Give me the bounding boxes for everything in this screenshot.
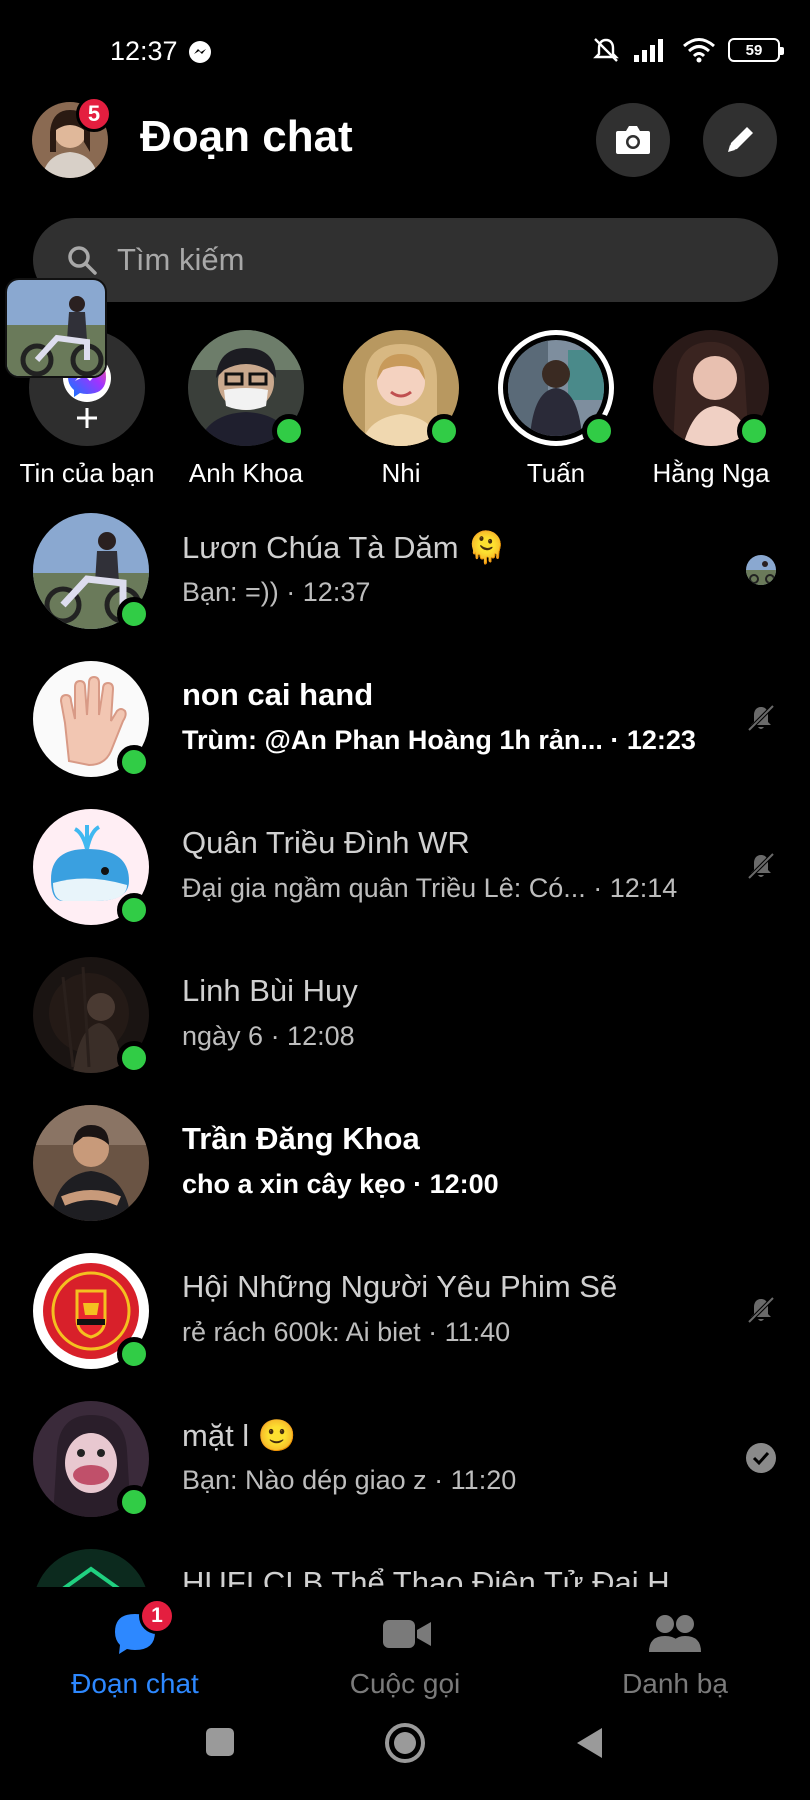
online-indicator bbox=[582, 414, 616, 448]
people-icon bbox=[649, 1615, 701, 1652]
online-indicator bbox=[272, 414, 306, 448]
chat-row[interactable]: HUFI CLB Thể Thao Điện Tử Đại H bbox=[0, 1541, 810, 1587]
story-nhi[interactable]: Nhi bbox=[326, 328, 476, 489]
bottom-nav: 1 Đoạn chat Cuộc gọi Danh bạ bbox=[0, 1590, 810, 1700]
tab-calls[interactable]: Cuộc gọi bbox=[270, 1590, 540, 1700]
chat-preview: Đại gia ngầm quân Triều Lê: Có... · 12:1… bbox=[182, 873, 678, 903]
chat-name: Trần Đăng Khoa bbox=[182, 1121, 420, 1156]
square-icon bbox=[206, 1728, 234, 1756]
recent-apps-button[interactable] bbox=[204, 1726, 236, 1763]
chat-row[interactable]: mặt l 🙂 Bạn: Nào dép giao z · 11:20 bbox=[0, 1393, 810, 1541]
profile-notification-badge: 5 bbox=[76, 96, 112, 132]
chat-row[interactable]: Quân Triều Đình WR Đại gia ngầm quân Tri… bbox=[0, 801, 810, 949]
video-camera-icon bbox=[383, 1620, 431, 1648]
page-title: Đoạn chat bbox=[140, 112, 353, 161]
search-bar[interactable]: Tìm kiếm bbox=[33, 218, 778, 302]
status-bar: 12:37 59 bbox=[0, 0, 810, 100]
seen-avatar-icon bbox=[744, 553, 778, 587]
online-indicator bbox=[117, 597, 151, 631]
online-indicator bbox=[427, 414, 461, 448]
pencil-icon bbox=[728, 127, 753, 152]
muted-bell-icon bbox=[744, 701, 778, 735]
online-indicator bbox=[117, 893, 151, 927]
system-navigation-bar bbox=[0, 1700, 810, 1800]
header: 5 Đoạn chat bbox=[0, 96, 810, 210]
camera-button[interactable] bbox=[596, 103, 670, 177]
own-story-thumbnail[interactable] bbox=[5, 278, 107, 378]
chat-row[interactable]: Hội Những Người Yêu Phim Sẽ rẻ rách 600k… bbox=[0, 1245, 810, 1393]
story-tuan[interactable]: Tuấn bbox=[481, 328, 631, 489]
muted-bell-icon bbox=[744, 1293, 778, 1327]
tab-chats-label: Đoạn chat bbox=[71, 1668, 199, 1699]
chat-preview: rẻ rách 600k: Ai biet · 11:40 bbox=[182, 1317, 511, 1347]
chat-list: Lươn Chúa Tà Dăm 🫠 Bạn: =)) · 12:37 non … bbox=[0, 505, 810, 1587]
home-button[interactable] bbox=[384, 1722, 426, 1769]
wifi-icon bbox=[683, 38, 715, 63]
story-label: Tuấn bbox=[526, 458, 586, 488]
online-indicator bbox=[117, 745, 151, 779]
camera-icon bbox=[616, 126, 650, 154]
chat-name: Linh Bùi Huy bbox=[182, 973, 358, 1008]
online-indicator bbox=[117, 1041, 151, 1075]
chat-row[interactable]: non cai hand Trùm: @An Phan Hoàng 1h rản… bbox=[0, 653, 810, 801]
story-label: Tin của bạn bbox=[19, 458, 155, 488]
chat-preview: ngày 6 · 12:08 bbox=[182, 1021, 355, 1051]
chat-name: Hội Những Người Yêu Phim Sẽ bbox=[182, 1269, 618, 1304]
chat-row[interactable]: Linh Bùi Huy ngày 6 · 12:08 bbox=[0, 949, 810, 1097]
story-label: Anh Khoa bbox=[188, 458, 304, 488]
story-hang-nga[interactable]: Hằng Nga bbox=[636, 328, 786, 489]
status-time: 12:37 bbox=[110, 36, 178, 66]
chat-row[interactable]: Lươn Chúa Tà Dăm 🫠 Bạn: =)) · 12:37 bbox=[0, 505, 810, 653]
mute-status-icon bbox=[593, 38, 619, 62]
story-anh-khoa[interactable]: Anh Khoa bbox=[171, 328, 321, 489]
search-placeholder: Tìm kiếm bbox=[117, 242, 245, 277]
chat-preview: Bạn: =)) · 12:37 bbox=[182, 577, 371, 607]
battery-level: 59 bbox=[745, 41, 763, 59]
tab-calls-label: Cuộc gọi bbox=[349, 1668, 461, 1699]
chat-name: non cai hand bbox=[182, 677, 374, 712]
online-indicator bbox=[117, 1485, 151, 1519]
tab-chats[interactable]: 1 Đoạn chat bbox=[0, 1590, 270, 1700]
compose-button[interactable] bbox=[703, 103, 777, 177]
chat-name: Lươn Chúa Tà Dăm 🫠 bbox=[182, 530, 506, 565]
chat-row[interactable]: Trần Đăng Khoa cho a xin cây kẹo · 12:00 bbox=[0, 1097, 810, 1245]
chat-name: mặt l 🙂 bbox=[182, 1418, 297, 1453]
chat-name: Quân Triều Đình WR bbox=[182, 825, 470, 860]
back-triangle-icon bbox=[577, 1728, 602, 1758]
tab-people-label: Danh bạ bbox=[622, 1668, 728, 1699]
chats-unread-badge: 1 bbox=[139, 1598, 175, 1634]
chat-preview: Bạn: Nào dép giao z · 11:20 bbox=[182, 1465, 517, 1495]
online-indicator bbox=[117, 1337, 151, 1371]
online-indicator bbox=[737, 414, 771, 448]
back-button[interactable] bbox=[574, 1726, 606, 1765]
muted-bell-icon bbox=[744, 849, 778, 883]
story-label: Nhi bbox=[381, 458, 421, 488]
chat-name: HUFI CLB Thể Thao Điện Tử Đại H bbox=[182, 1565, 670, 1587]
signal-icon bbox=[634, 39, 663, 62]
chat-preview: Trùm: @An Phan Hoàng 1h rản... · 12:23 bbox=[182, 725, 696, 755]
story-label: Hằng Nga bbox=[652, 458, 770, 488]
tab-people[interactable]: Danh bạ bbox=[540, 1590, 810, 1700]
home-circle-icon bbox=[385, 1723, 425, 1763]
add-story-plus-icon bbox=[77, 408, 97, 428]
stories-row: Tin của bạn Anh Khoa Nhi Tuấn Hằng Nga bbox=[0, 328, 810, 498]
chat-preview: cho a xin cây kẹo · 12:00 bbox=[182, 1169, 499, 1199]
avatar bbox=[33, 1105, 149, 1221]
messenger-notification-icon bbox=[189, 41, 211, 63]
avatar bbox=[33, 1549, 149, 1587]
search-icon bbox=[68, 246, 97, 275]
battery-indicator: 59 bbox=[728, 38, 784, 62]
sent-check-icon bbox=[744, 1441, 778, 1475]
